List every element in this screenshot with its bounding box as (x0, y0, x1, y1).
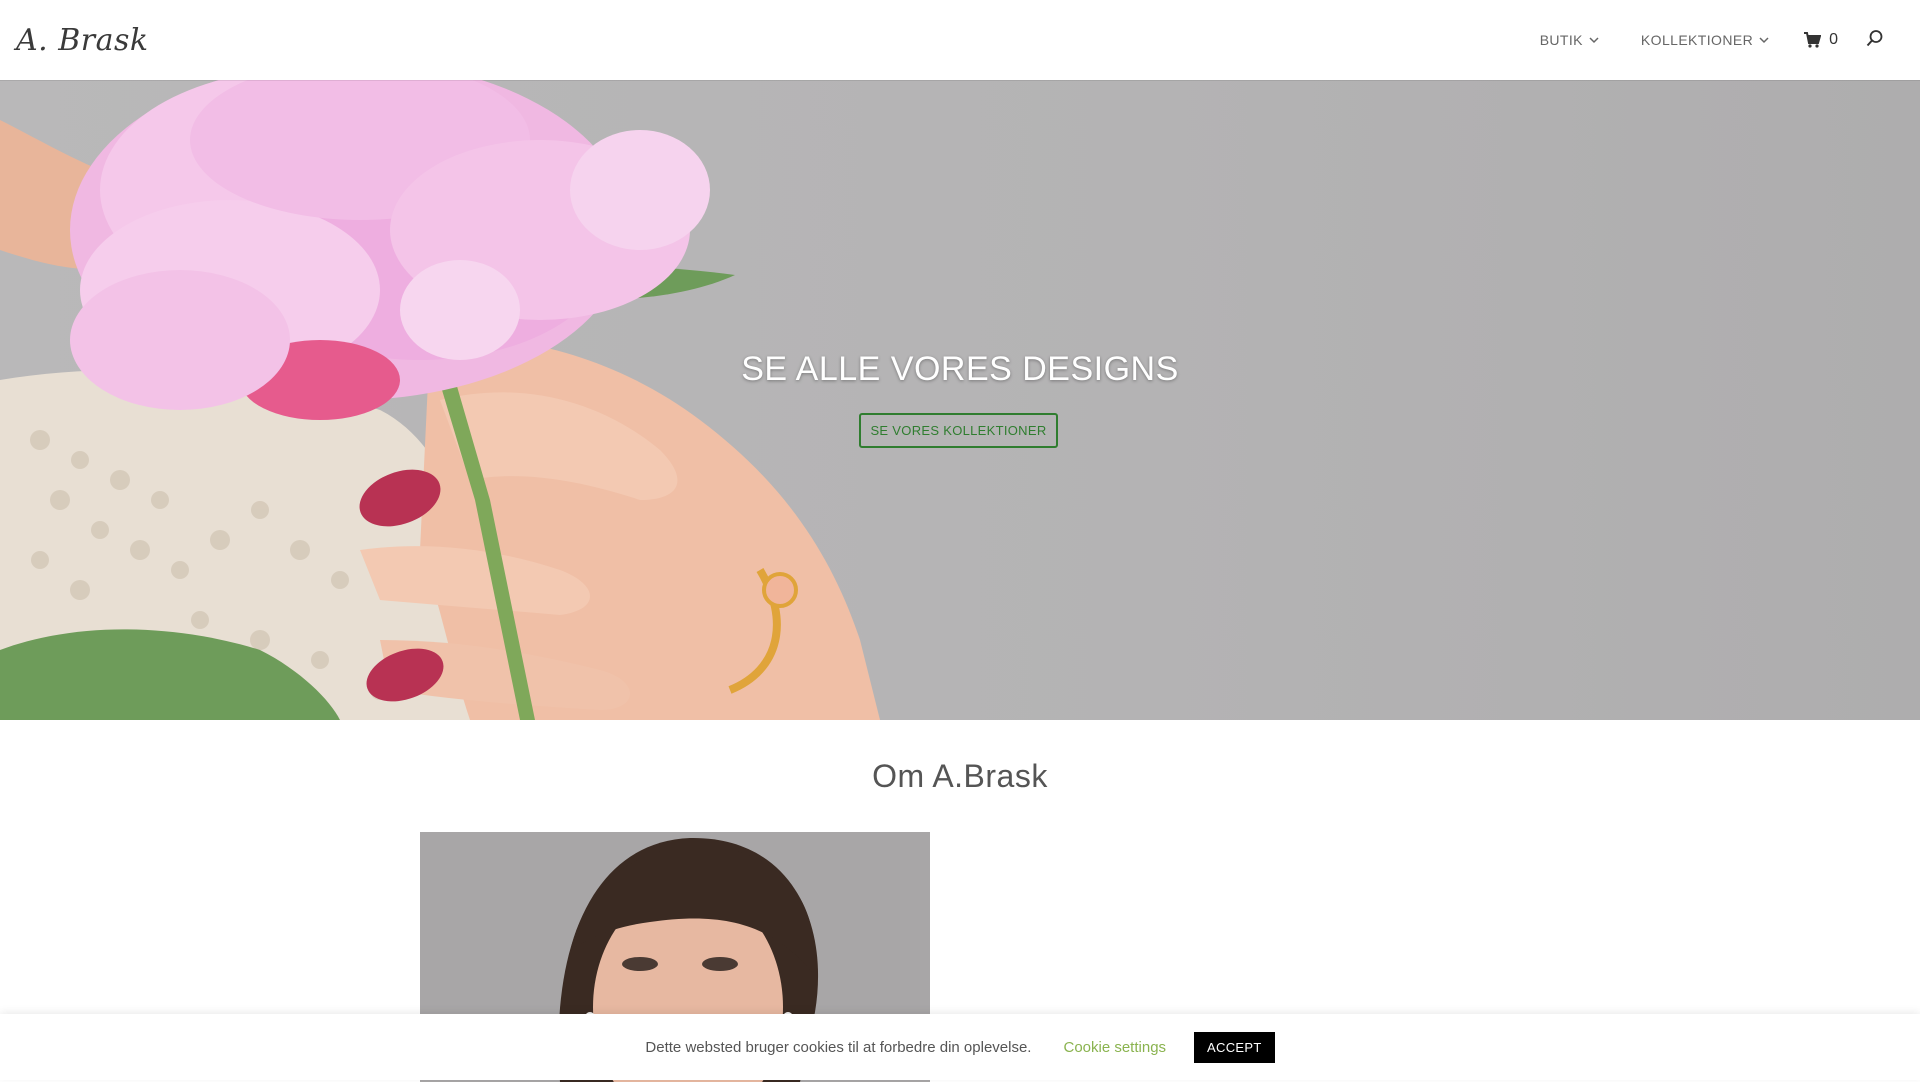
collections-button[interactable]: SE VORES KOLLEKTIONER (859, 413, 1058, 448)
cart-icon (1804, 32, 1822, 48)
nav-item-kollektioner[interactable]: KOLLEKTIONER (1641, 32, 1769, 48)
nav-item-label: KOLLEKTIONER (1640, 32, 1754, 48)
cookie-settings-link[interactable]: Cookie settings (1063, 1039, 1166, 1056)
accept-cookies-button[interactable]: ACCEPT (1194, 1031, 1275, 1063)
chevron-down-icon (1589, 37, 1599, 44)
cart-button[interactable]: 0 (1803, 31, 1838, 49)
main-nav: BUTIK KOLLEKTIONER 0 (1498, 0, 1884, 80)
cookie-message: Dette websted bruger cookies til at forb… (645, 1038, 1032, 1056)
logo-text: A. Brask (16, 22, 149, 58)
hero-title: SE ALLE VORES DESIGNS (741, 350, 1179, 388)
site-logo[interactable]: A. Brask (16, 18, 149, 62)
chevron-down-icon (1759, 37, 1769, 44)
search-button[interactable] (1866, 29, 1884, 52)
site-header: A. Brask BUTIK KOLLEKTIONER 0 (0, 0, 1920, 80)
cart-count: 0 (1829, 31, 1838, 48)
hero-image (0, 80, 880, 720)
search-icon (1866, 29, 1883, 46)
about-title: Om A.Brask (872, 758, 1048, 794)
nav-item-label: BUTIK (1539, 32, 1583, 48)
nav-item-butik[interactable]: BUTIK (1540, 32, 1599, 48)
hero-section: SE ALLE VORES DESIGNS SE VORES KOLLEKTIO… (0, 80, 1920, 720)
cookie-bar: Dette websted bruger cookies til at forb… (0, 1014, 1920, 1080)
